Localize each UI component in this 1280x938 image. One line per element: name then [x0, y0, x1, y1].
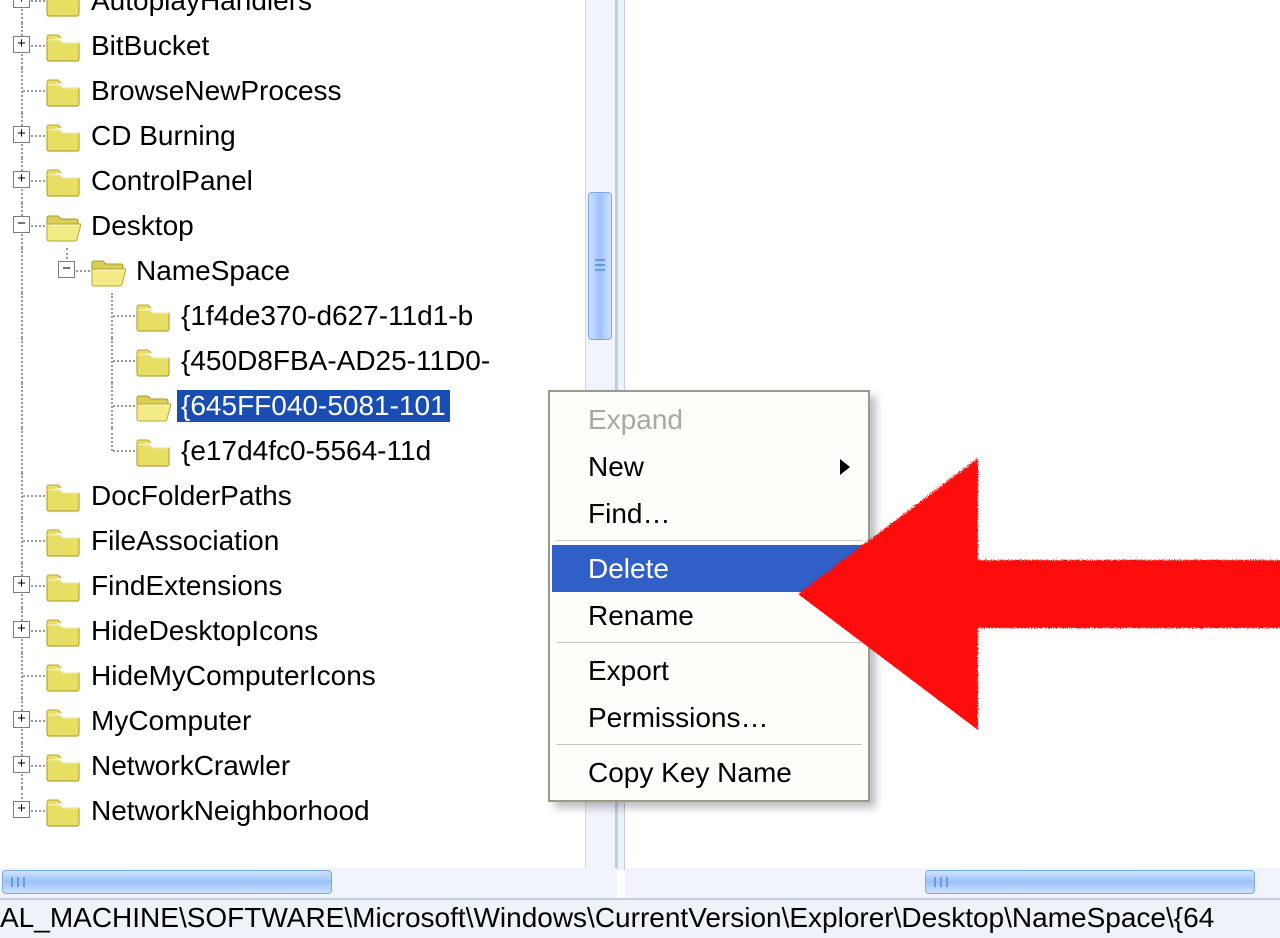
tree-item[interactable]: + NetworkCrawler: [0, 743, 580, 788]
folder-open-icon: [135, 392, 171, 420]
tree-item[interactable]: + BitBucket: [0, 23, 580, 68]
horizontal-scroll-thumb[interactable]: [925, 870, 1255, 894]
expand-toggle[interactable]: +: [13, 126, 30, 143]
tree-item-label[interactable]: HideDesktopIcons: [87, 615, 322, 647]
context-menu-item: Expand: [552, 396, 866, 443]
context-menu-item[interactable]: New: [552, 443, 866, 490]
folder-closed-icon: [45, 77, 81, 105]
folder-closed-icon: [45, 797, 81, 825]
folder-closed-icon: [45, 482, 81, 510]
tree-item-label[interactable]: NetworkNeighborhood: [87, 795, 374, 827]
context-menu-item[interactable]: Rename: [552, 592, 866, 639]
folder-closed-icon: [45, 0, 81, 15]
tree-item-label[interactable]: ControlPanel: [87, 165, 257, 197]
context-menu-item-label: Export: [588, 655, 669, 687]
tree-item-label[interactable]: DocFolderPaths: [87, 480, 296, 512]
context-menu-separator: [556, 540, 862, 542]
folder-closed-icon: [45, 572, 81, 600]
tree-panel: + AutoplayHandlers + BitBucket BrowseNewProc…: [0, 0, 617, 870]
tree-item[interactable]: + ControlPanel: [0, 158, 580, 203]
collapse-toggle[interactable]: −: [58, 261, 75, 278]
expand-toggle[interactable]: +: [13, 756, 30, 773]
tree-item-label[interactable]: BrowseNewProcess: [87, 75, 346, 107]
tree-item[interactable]: + NetworkNeighborhood: [0, 788, 580, 833]
expand-toggle[interactable]: +: [13, 576, 30, 593]
folder-closed-icon: [45, 662, 81, 690]
folder-open-icon: [45, 212, 81, 240]
tree-item[interactable]: {e17d4fc0-5564-11d: [0, 428, 580, 473]
expand-toggle[interactable]: +: [13, 0, 30, 8]
tree-item-label[interactable]: {1f4de370-d627-11d1-b: [177, 300, 477, 332]
tree-item-label[interactable]: AutoplayHandlers: [87, 0, 316, 17]
folder-closed-icon: [135, 437, 171, 465]
tree-item[interactable]: + FindExtensions: [0, 563, 580, 608]
status-bar: AL_MACHINE\SOFTWARE\Microsoft\Windows\Cu…: [0, 898, 1280, 938]
context-menu-item-label: Find…: [588, 498, 670, 530]
tree-item[interactable]: {450D8FBA-AD25-11D0-: [0, 338, 580, 383]
expand-toggle[interactable]: +: [13, 36, 30, 53]
context-menu-item-label: Permissions…: [588, 702, 768, 734]
tree-item[interactable]: HideMyComputerIcons: [0, 653, 580, 698]
folder-closed-icon: [45, 752, 81, 780]
tree-item[interactable]: FileAssociation: [0, 518, 580, 563]
folder-closed-icon: [45, 122, 81, 150]
tree-item[interactable]: {1f4de370-d627-11d1-b: [0, 293, 580, 338]
folder-closed-icon: [45, 527, 81, 555]
context-menu-item[interactable]: Permissions…: [552, 694, 866, 741]
folder-closed-icon: [135, 347, 171, 375]
context-menu-item-label: Expand: [588, 404, 683, 436]
tree-item[interactable]: + MyComputer: [0, 698, 580, 743]
expand-toggle[interactable]: +: [13, 711, 30, 728]
expand-toggle[interactable]: +: [13, 171, 30, 188]
tree-item-label[interactable]: FindExtensions: [87, 570, 286, 602]
tree-item-label[interactable]: MyComputer: [87, 705, 255, 737]
folder-closed-icon: [45, 617, 81, 645]
folder-closed-icon: [45, 167, 81, 195]
horizontal-scrollbar-left[interactable]: [0, 868, 617, 898]
folder-closed-icon: [135, 302, 171, 330]
tree-item[interactable]: BrowseNewProcess: [0, 68, 580, 113]
registry-tree[interactable]: + AutoplayHandlers + BitBucket BrowseNewProc…: [0, 0, 580, 833]
tree-item-label[interactable]: HideMyComputerIcons: [87, 660, 380, 692]
expand-toggle[interactable]: +: [13, 801, 30, 818]
tree-item-label[interactable]: CD Burning: [87, 120, 240, 152]
context-menu-item-label: Delete: [588, 553, 669, 585]
tree-item[interactable]: {645FF040-5081-101: [0, 383, 580, 428]
expand-toggle[interactable]: +: [13, 621, 30, 638]
tree-item-label[interactable]: {645FF040-5081-101: [177, 390, 450, 422]
context-menu-item-label: Copy Key Name: [588, 757, 792, 789]
submenu-arrow-icon: [840, 459, 850, 475]
tree-item-label[interactable]: NameSpace: [132, 255, 294, 287]
tree-item[interactable]: − NameSpace: [0, 248, 580, 293]
collapse-toggle[interactable]: −: [13, 216, 30, 233]
tree-item[interactable]: DocFolderPaths: [0, 473, 580, 518]
context-menu-item[interactable]: Delete: [552, 545, 866, 592]
folder-closed-icon: [45, 707, 81, 735]
context-menu-item-label: New: [588, 451, 644, 483]
tree-item-label[interactable]: Desktop: [87, 210, 198, 242]
horizontal-scrollbar-right[interactable]: [625, 868, 1280, 898]
folder-closed-icon: [45, 32, 81, 60]
tree-item-label[interactable]: {450D8FBA-AD25-11D0-: [177, 345, 494, 377]
context-menu-item[interactable]: Find…: [552, 490, 866, 537]
tree-item-label[interactable]: NetworkCrawler: [87, 750, 294, 782]
vertical-scroll-thumb[interactable]: [588, 192, 612, 340]
status-path: AL_MACHINE\SOFTWARE\Microsoft\Windows\Cu…: [0, 902, 1214, 933]
tree-item[interactable]: + CD Burning: [0, 113, 580, 158]
tree-item-label[interactable]: {e17d4fc0-5564-11d: [177, 435, 435, 467]
tree-item[interactable]: + HideDesktopIcons: [0, 608, 580, 653]
context-menu-item-label: Rename: [588, 600, 694, 632]
tree-item[interactable]: − Desktop: [0, 203, 580, 248]
context-menu-item[interactable]: Copy Key Name: [552, 749, 866, 796]
context-menu-item[interactable]: Export: [552, 647, 866, 694]
tree-item-label[interactable]: FileAssociation: [87, 525, 283, 557]
context-menu[interactable]: Expand New Find… Delete Rename Export Permissi…: [548, 390, 870, 802]
tree-item[interactable]: + AutoplayHandlers: [0, 0, 580, 23]
context-menu-separator: [556, 744, 862, 746]
tree-item-label[interactable]: BitBucket: [87, 30, 213, 62]
context-menu-separator: [556, 642, 862, 644]
folder-open-icon: [90, 257, 126, 285]
horizontal-scroll-thumb[interactable]: [2, 870, 332, 894]
